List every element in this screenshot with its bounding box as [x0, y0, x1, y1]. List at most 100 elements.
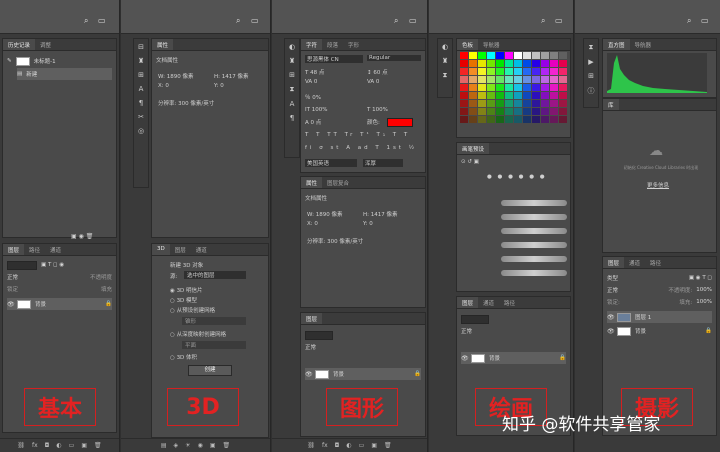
- color-swatch[interactable]: [532, 116, 540, 123]
- search-icon[interactable]: ⌕: [394, 16, 398, 26]
- color-swatch[interactable]: [505, 68, 513, 75]
- color-swatch[interactable]: [550, 76, 558, 83]
- adjust-icon[interactable]: ⊞: [289, 71, 295, 79]
- tab-histogram[interactable]: 直方图: [603, 39, 630, 50]
- color-swatch[interactable]: [550, 116, 558, 123]
- hscale-field[interactable]: T 100%: [367, 107, 388, 113]
- color-swatch[interactable]: [541, 108, 549, 115]
- color-swatch[interactable]: [505, 92, 513, 99]
- layer-filter-row[interactable]: ▣ T ◻ ◉: [7, 259, 112, 271]
- tab-layers[interactable]: 图层: [603, 257, 625, 268]
- workspace-switcher-icon[interactable]: ▭: [701, 16, 709, 25]
- color-swatch[interactable]: [541, 52, 549, 59]
- blend-mode-select[interactable]: 正常: [7, 273, 18, 281]
- color-swatch[interactable]: [532, 60, 540, 67]
- color-swatch[interactable]: [514, 100, 522, 107]
- color-swatch[interactable]: [460, 92, 468, 99]
- option-preset-mesh[interactable]: ○ 从预设创建网格: [170, 306, 215, 314]
- opentype-buttons[interactable]: fi σ st A ad T 1st ½: [305, 145, 417, 151]
- folder-icon[interactable]: ▭: [69, 442, 75, 449]
- character-icon[interactable]: A: [139, 85, 144, 93]
- color-swatch[interactable]: [514, 76, 522, 83]
- color-swatch[interactable]: [514, 84, 522, 91]
- color-swatch[interactable]: [496, 100, 504, 107]
- brush-tips-row[interactable]: ● ● ● ● ● ●: [487, 174, 547, 180]
- color-swatch[interactable]: [514, 116, 522, 123]
- color-swatch[interactable]: [478, 100, 486, 107]
- search-icon[interactable]: ⌕: [236, 16, 240, 26]
- layer-row[interactable]: 👁 背景 🔒: [7, 298, 112, 310]
- color-swatch[interactable]: [514, 52, 522, 59]
- link-icon[interactable]: ⛓: [307, 442, 315, 449]
- color-swatch[interactable]: [478, 60, 486, 67]
- color-swatch[interactable]: [505, 108, 513, 115]
- visibility-eye-icon[interactable]: 👁: [7, 301, 15, 308]
- leading-field[interactable]: ↕ 60 点: [367, 68, 388, 76]
- trash-icon[interactable]: 🗑: [222, 442, 230, 449]
- layer-kind-select[interactable]: 类型: [607, 274, 618, 282]
- color-swatch[interactable]: [478, 116, 486, 123]
- color-swatch[interactable]: [550, 92, 558, 99]
- color-swatch[interactable]: [460, 108, 468, 115]
- layer-kind-select[interactable]: [461, 314, 489, 324]
- color-swatch[interactable]: [550, 52, 558, 59]
- color-swatch[interactable]: [469, 92, 477, 99]
- more-info-link[interactable]: 更多信息: [647, 181, 669, 189]
- layer-row[interactable]: 👁 背景 🔒: [305, 368, 421, 380]
- play-icon[interactable]: ▶: [588, 58, 593, 66]
- layer-kind-select[interactable]: [7, 260, 37, 270]
- color-swatch[interactable]: [523, 68, 531, 75]
- tab-channels[interactable]: 通道: [191, 244, 212, 255]
- color-swatch[interactable]: [478, 108, 486, 115]
- trash-icon[interactable]: 🗑: [94, 442, 102, 449]
- tab-glyphs[interactable]: 字形: [343, 39, 364, 50]
- fx-icon[interactable]: fx: [322, 442, 328, 449]
- style-buttons[interactable]: T T TT Tr T¹ T₁ T T: [305, 132, 410, 138]
- color-swatch[interactable]: [505, 52, 513, 59]
- workspace-switcher-icon[interactable]: ▭: [251, 16, 259, 25]
- layer-row[interactable]: 👁 背景 🔒: [607, 325, 712, 337]
- visibility-eye-icon[interactable]: 👁: [607, 314, 615, 321]
- scene-icon[interactable]: ▤: [161, 442, 167, 449]
- color-swatch[interactable]: [532, 76, 540, 83]
- search-icon[interactable]: ⌕: [687, 16, 691, 26]
- adjust-icon[interactable]: ⊞: [588, 72, 594, 80]
- color-swatch[interactable]: [541, 76, 549, 83]
- color-swatch[interactable]: [469, 84, 477, 91]
- brush-stroke[interactable]: [501, 256, 567, 262]
- color-swatch[interactable]: [559, 92, 567, 99]
- brush-icon[interactable]: ♜: [289, 57, 295, 65]
- color-swatch[interactable]: [469, 76, 477, 83]
- color-swatch[interactable]: [478, 76, 486, 83]
- color-swatch[interactable]: [460, 116, 468, 123]
- color-swatch[interactable]: [487, 92, 495, 99]
- swatch-grid[interactable]: [460, 52, 567, 123]
- color-swatch[interactable]: [505, 60, 513, 67]
- tab-paragraph[interactable]: 段落: [322, 39, 343, 50]
- color-swatch[interactable]: [487, 60, 495, 67]
- color-swatch[interactable]: [496, 84, 504, 91]
- paragraph-icon[interactable]: ¶: [290, 114, 294, 122]
- color-swatch[interactable]: [460, 100, 468, 107]
- history-snapshot[interactable]: ✎ 未标题-1: [7, 55, 112, 67]
- new-layer-icon[interactable]: ▣: [81, 442, 87, 449]
- color-swatch[interactable]: [559, 76, 567, 83]
- fill-value[interactable]: 100%: [696, 299, 712, 305]
- visibility-eye-icon[interactable]: 👁: [305, 371, 313, 378]
- adjustment-icon[interactable]: ◐: [346, 442, 351, 449]
- color-swatch[interactable]: [478, 68, 486, 75]
- info-icon[interactable]: ⓘ: [588, 86, 595, 96]
- color-icon[interactable]: ◐: [442, 43, 448, 51]
- create-button[interactable]: 创建: [188, 365, 232, 376]
- color-swatch[interactable]: [496, 116, 504, 123]
- color-swatch[interactable]: [523, 100, 531, 107]
- tab-channels[interactable]: 通道: [624, 257, 645, 268]
- workspace-switcher-icon[interactable]: ▭: [409, 16, 417, 25]
- layer-filter-row[interactable]: [305, 329, 421, 341]
- color-swatch[interactable]: [523, 60, 531, 67]
- color-swatch[interactable]: [487, 116, 495, 123]
- color-swatch[interactable]: [532, 108, 540, 115]
- color-swatch[interactable]: [541, 60, 549, 67]
- color-swatch[interactable]: [541, 92, 549, 99]
- color-icon[interactable]: ◐: [289, 43, 295, 51]
